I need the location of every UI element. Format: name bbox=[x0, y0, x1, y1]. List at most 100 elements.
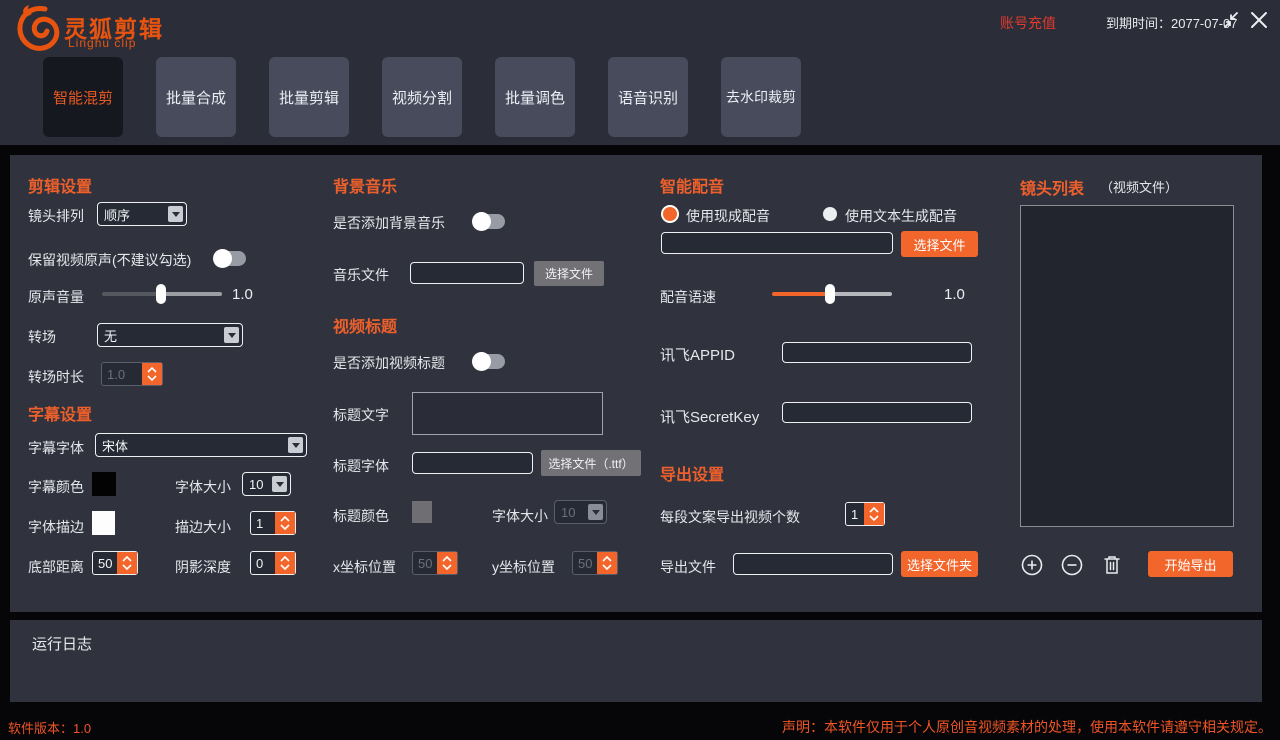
shot-order-label: 镜头排列 bbox=[28, 206, 84, 226]
dub-speed-label: 配音语速 bbox=[660, 287, 716, 307]
tab-smart-mix[interactable]: 智能混剪 bbox=[43, 57, 123, 137]
slider-track-left bbox=[772, 292, 830, 296]
spinner-value: 50 bbox=[93, 552, 117, 574]
export-count-spinner[interactable]: 1 bbox=[845, 502, 885, 526]
stroke-color-swatch[interactable] bbox=[92, 511, 115, 535]
log-panel: 运行日志 bbox=[10, 620, 1262, 702]
delete-all-icon[interactable] bbox=[1102, 553, 1122, 576]
title-y-spinner[interactable]: 50 bbox=[572, 551, 618, 575]
spinner-arrows-icon[interactable] bbox=[437, 552, 457, 574]
choose-ttf-button[interactable]: 选择文件（.ttf） bbox=[541, 450, 641, 476]
slider-track-right bbox=[830, 292, 892, 296]
subtitle-size-value: 10 bbox=[249, 477, 272, 492]
transition-select[interactable]: 无 bbox=[97, 323, 243, 347]
app-window: 灵狐剪辑 Linghu clip 账号充值 到期时间：2077-07-07 智能… bbox=[0, 0, 1280, 740]
keep-audio-toggle[interactable] bbox=[215, 251, 246, 266]
shot-order-select[interactable]: 顺序 bbox=[97, 202, 187, 226]
spinner-arrows-icon[interactable] bbox=[117, 552, 137, 574]
shot-list-box[interactable] bbox=[1020, 205, 1234, 527]
spinner-arrows-icon[interactable] bbox=[275, 552, 295, 574]
tab-video-split[interactable]: 视频分割 bbox=[382, 57, 462, 137]
fox-logo-icon bbox=[15, 4, 61, 52]
section-edit-settings: 剪辑设置 bbox=[28, 173, 92, 197]
dub-speed-slider[interactable] bbox=[772, 284, 892, 304]
disclaimer-text: 声明：本软件仅用于个人原创音视频素材的处理，使用本软件请遵守相关规定。 bbox=[782, 717, 1272, 737]
chevron-down-icon[interactable] bbox=[272, 476, 287, 492]
title-size-label: 字体大小 bbox=[492, 506, 548, 526]
radio-existing-dub[interactable] bbox=[661, 205, 679, 223]
slider-track-left bbox=[102, 292, 161, 296]
start-export-button[interactable]: 开始导出 bbox=[1148, 551, 1233, 577]
music-file-input[interactable] bbox=[410, 262, 524, 284]
chevron-down-icon[interactable] bbox=[288, 437, 303, 453]
remove-shot-icon[interactable] bbox=[1061, 554, 1083, 576]
tab-batch-color[interactable]: 批量调色 bbox=[495, 57, 575, 137]
dub-file-input[interactable] bbox=[661, 232, 893, 254]
bgm-add-toggle[interactable] bbox=[474, 214, 505, 229]
stroke-color-label: 字体描边 bbox=[28, 517, 84, 537]
title-text-label: 标题文字 bbox=[333, 405, 389, 425]
spinner-arrows-icon[interactable] bbox=[597, 552, 617, 574]
spinner-arrows-icon[interactable] bbox=[864, 503, 884, 525]
title-size-select[interactable]: 10 bbox=[554, 500, 607, 524]
volume-value: 1.0 bbox=[232, 286, 253, 303]
section-video-title: 视频标题 bbox=[333, 313, 397, 337]
spinner-arrows-icon[interactable] bbox=[275, 512, 295, 534]
slider-knob[interactable] bbox=[825, 284, 835, 304]
spinner-arrows-icon[interactable] bbox=[142, 363, 162, 385]
stroke-size-spinner[interactable]: 1 bbox=[250, 511, 296, 535]
close-icon[interactable] bbox=[1247, 8, 1271, 32]
music-file-label: 音乐文件 bbox=[333, 265, 389, 285]
title-color-swatch[interactable] bbox=[412, 501, 432, 523]
export-file-input[interactable] bbox=[733, 553, 893, 575]
tab-speech-recog[interactable]: 语音识别 bbox=[608, 57, 688, 137]
subtitle-font-select[interactable]: 宋体 bbox=[95, 433, 307, 457]
title-x-spinner[interactable]: 50 bbox=[412, 551, 458, 575]
minimize-icon[interactable] bbox=[1221, 10, 1241, 30]
section-export: 导出设置 bbox=[660, 461, 724, 485]
recharge-link[interactable]: 账号充值 bbox=[1000, 13, 1056, 33]
radio-existing-label[interactable]: 使用现成配音 bbox=[686, 206, 770, 226]
chevron-down-icon[interactable] bbox=[224, 327, 239, 343]
expiry-date: 到期时间：2077-07-07 bbox=[1106, 13, 1238, 32]
chevron-down-icon[interactable] bbox=[588, 504, 603, 520]
radio-tts-dub[interactable] bbox=[823, 207, 837, 221]
keep-audio-label: 保留视频原声(不建议勾选) bbox=[28, 250, 191, 270]
spinner-value: 1.0 bbox=[102, 363, 142, 385]
title-add-toggle[interactable] bbox=[474, 354, 505, 369]
version-text: 软件版本：1.0 bbox=[8, 718, 91, 737]
chevron-down-icon[interactable] bbox=[168, 206, 183, 222]
slider-track-right bbox=[161, 292, 222, 296]
title-text-area[interactable] bbox=[412, 392, 603, 435]
choose-dub-file-button[interactable]: 选择文件 bbox=[901, 231, 978, 257]
title-font-input[interactable] bbox=[412, 452, 533, 474]
section-bgm: 背景音乐 bbox=[333, 173, 397, 197]
tab-watermark-crop[interactable]: 去水印裁剪 bbox=[721, 57, 801, 137]
xf-secret-input[interactable] bbox=[782, 402, 972, 423]
tab-batch-compose[interactable]: 批量合成 bbox=[156, 57, 236, 137]
log-title: 运行日志 bbox=[32, 633, 92, 654]
title-color-label: 标题颜色 bbox=[333, 506, 389, 526]
title-x-label: x坐标位置 bbox=[333, 557, 396, 577]
subtitle-color-label: 字幕颜色 bbox=[28, 477, 84, 497]
tab-batch-edit[interactable]: 批量剪辑 bbox=[269, 57, 349, 137]
section-subtitle-settings: 字幕设置 bbox=[28, 401, 92, 425]
volume-label: 原声音量 bbox=[28, 287, 84, 307]
section-dubbing: 智能配音 bbox=[660, 173, 724, 197]
title-add-label: 是否添加视频标题 bbox=[333, 353, 445, 373]
radio-tts-label[interactable]: 使用文本生成配音 bbox=[845, 206, 957, 226]
add-shot-icon[interactable] bbox=[1021, 554, 1043, 576]
bottom-distance-spinner[interactable]: 50 bbox=[92, 551, 138, 575]
xf-secret-label: 讯飞SecretKey bbox=[660, 406, 759, 427]
subtitle-color-swatch[interactable] bbox=[92, 472, 116, 496]
xf-appid-input[interactable] bbox=[782, 342, 972, 363]
subtitle-size-select[interactable]: 10 bbox=[242, 472, 291, 496]
app-subtitle: Linghu clip bbox=[68, 36, 136, 50]
shadow-depth-spinner[interactable]: 0 bbox=[250, 551, 296, 575]
slider-knob[interactable] bbox=[156, 284, 166, 304]
volume-slider[interactable] bbox=[102, 284, 222, 304]
transition-duration-spinner[interactable]: 1.0 bbox=[101, 362, 163, 386]
choose-folder-button[interactable]: 选择文件夹 bbox=[901, 551, 978, 577]
choose-music-button[interactable]: 选择文件 bbox=[534, 261, 604, 286]
spinner-value: 0 bbox=[251, 552, 275, 574]
